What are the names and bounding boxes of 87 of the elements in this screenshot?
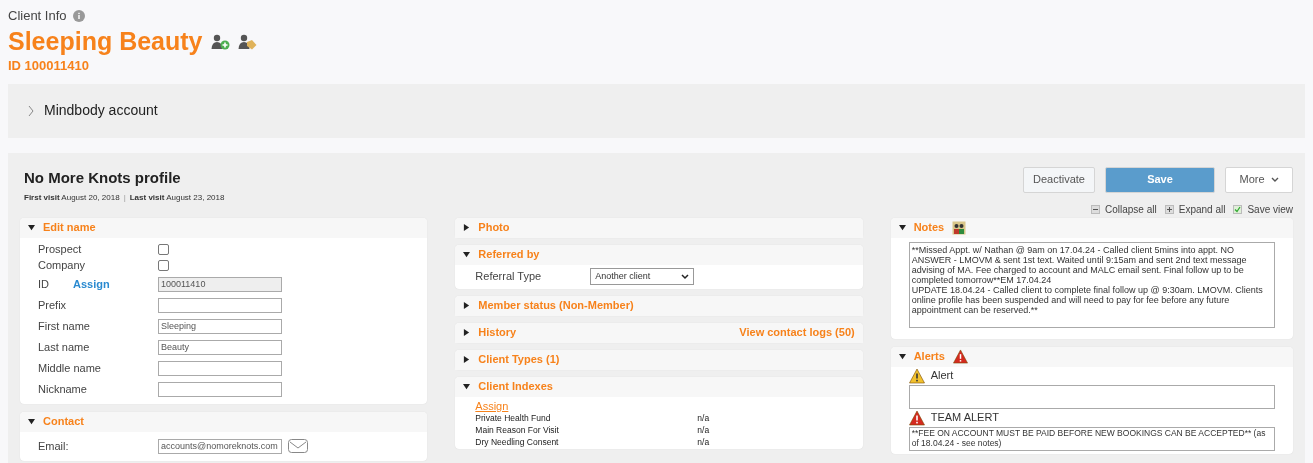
view-control-label[interactable]: Collapse all	[1105, 201, 1157, 217]
envelope-icon[interactable]	[288, 439, 308, 453]
notes-field[interactable]: **Missed Appt. w/ Nathan @ 9am on 17.04.24 - Called client 5mins into appt. NO ANSWER - LMOVM & sent 1st text. Waited until 9:15am and sent 2nd text message advising of MA. Fee charged to account and MALC email sent. Final follow up to be completed tomorrow**EM 17.04.24 UPDATE 18.04.24 - Called client to complete final follow up @ 9:30am. LMOVM. Clients online profile has been suspended and will need to pay for fee before any future appointment can be reserved.**	[908, 241, 1275, 328]
view-control-label[interactable]: Expand all	[1178, 201, 1226, 217]
checkbox[interactable]	[158, 260, 169, 271]
contact-logs-link[interactable]: View contact logs (50)	[739, 324, 855, 341]
section-header[interactable]: Contact	[20, 411, 428, 432]
field-label: ID	[38, 276, 49, 292]
caret-icon[interactable]	[463, 302, 471, 309]
field-label: Last name	[38, 339, 90, 355]
field-label: Prefix	[38, 297, 67, 313]
section-title: Contact	[43, 414, 84, 430]
alert-field[interactable]	[908, 384, 1275, 409]
save-button[interactable]: Save	[1105, 166, 1215, 193]
section-header[interactable]: Edit name	[20, 217, 428, 238]
field-label: Email:	[38, 438, 69, 454]
field-label: Prospect	[38, 242, 82, 258]
mindbody-account-bar[interactable]: Mindbody account	[8, 83, 1305, 138]
text-field[interactable]	[158, 381, 282, 397]
section-header[interactable]: Alerts	[890, 346, 1293, 367]
field-label: Referral Type	[475, 269, 543, 285]
section-title: Client Indexes	[478, 379, 553, 395]
caret-icon[interactable]	[28, 418, 35, 425]
first-visit-text: First visit August 20, 2018	[24, 192, 120, 204]
index-value: n/a	[697, 436, 710, 449]
section-header[interactable]: Client Types (1)	[455, 349, 863, 370]
index-value: n/a	[697, 412, 710, 425]
caret-icon[interactable]	[463, 383, 471, 390]
view-control-label[interactable]: Save view	[1247, 201, 1293, 217]
referral-type-select[interactable]: Another client	[590, 268, 695, 285]
user-add-icon[interactable]	[210, 33, 230, 50]
page-title: Client Info	[8, 7, 67, 25]
index-name: Dry Needling Consent	[475, 436, 560, 449]
field-label: Company	[38, 258, 86, 274]
assign-link[interactable]: Assign	[475, 398, 509, 413]
text-field[interactable]: Beauty	[158, 339, 282, 355]
section-header[interactable]: Photo	[455, 217, 863, 238]
section-header[interactable]: Member status (Non-Member)	[455, 295, 863, 316]
user-tag-icon[interactable]	[237, 33, 257, 50]
index-name: Private Health Fund	[475, 412, 552, 425]
text-field[interactable]: Sleeping	[158, 318, 282, 334]
section-title: History	[478, 325, 517, 341]
field-label: First name	[38, 318, 90, 334]
expand-icon[interactable]	[1164, 204, 1174, 214]
chevron-down-icon[interactable]	[681, 273, 690, 280]
caret-icon[interactable]	[28, 224, 35, 231]
text-field[interactable]	[158, 360, 282, 376]
checkbox[interactable]	[158, 244, 169, 255]
collapse-icon[interactable]	[1091, 204, 1100, 214]
caret-icon[interactable]	[463, 251, 471, 258]
caret-icon[interactable]	[463, 224, 471, 231]
section-title: Alerts	[913, 349, 945, 365]
client-name: Sleeping Beauty	[8, 25, 203, 57]
separator-text: |	[123, 192, 126, 204]
caret-icon[interactable]	[463, 356, 471, 363]
text-field[interactable]	[158, 297, 282, 313]
index-value: n/a	[697, 424, 710, 437]
section-title: Referred by	[478, 247, 540, 263]
checkbox[interactable]	[1233, 204, 1243, 214]
warning-icon	[952, 349, 968, 364]
section-header[interactable]: Client Indexes	[455, 376, 863, 397]
more-button[interactable]: More	[1225, 166, 1293, 193]
caret-icon[interactable]	[463, 329, 471, 336]
info-icon[interactable]	[72, 9, 85, 22]
section-header[interactable]: History View contact logs (50)	[455, 322, 863, 343]
alert-label: Alert	[930, 368, 954, 384]
caret-icon[interactable]	[898, 224, 906, 231]
field-label: Middle name	[38, 360, 101, 376]
field-label: Nickname	[38, 381, 87, 397]
chevron-down-icon	[1270, 176, 1279, 183]
section-title: Notes	[913, 220, 945, 236]
caret-icon[interactable]	[898, 353, 906, 360]
last-visit-text: Last visit August 23, 2018	[129, 192, 225, 204]
section-title: Client Types (1)	[478, 352, 560, 368]
profile-title: No More Knots profile	[24, 167, 182, 188]
text-field[interactable]: accounts@nomoreknots.com	[158, 438, 282, 454]
alert-label: TEAM ALERT	[930, 410, 999, 426]
client-id: ID 100011410	[8, 57, 90, 74]
alert-field[interactable]: **FEE ON ACCOUNT MUST BE PAID BEFORE NEW BOOKINGS CAN BE ACCEPTED** (as of 18.04.24 - see notes)	[908, 426, 1275, 451]
deactivate-button[interactable]: Deactivate	[1023, 166, 1095, 193]
section-header[interactable]: Notes	[890, 217, 1293, 238]
section-title: Member status (Non-Member)	[478, 298, 634, 314]
users-icon	[952, 220, 967, 235]
section-header[interactable]: Referred by	[455, 244, 863, 265]
section-title: Photo	[478, 220, 510, 236]
index-name: Main Reason For Visit	[475, 424, 560, 437]
section-title: Edit name	[43, 220, 96, 236]
